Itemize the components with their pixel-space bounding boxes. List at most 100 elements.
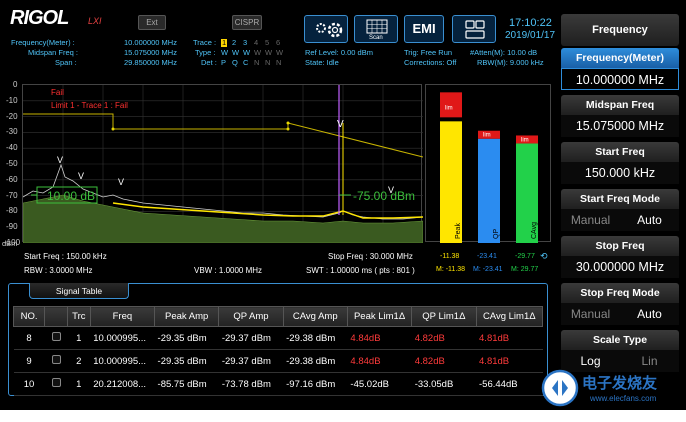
refresh-icon[interactable]: ⟲ xyxy=(540,252,548,261)
trace-number[interactable]: 1 xyxy=(221,39,228,47)
trace-type: W xyxy=(276,48,284,57)
limit-point xyxy=(286,121,290,125)
softkey-label: Start Freq xyxy=(561,142,679,162)
start-freq-readout: Start Freq : 150.00 kHz xyxy=(24,252,107,261)
column-header[interactable]: NO. xyxy=(12,306,46,327)
scan-button[interactable]: Scan xyxy=(354,15,398,43)
meter-label: CAvg xyxy=(531,222,538,239)
trace-number[interactable]: 5 xyxy=(265,39,269,47)
table-cell: -56.44dB xyxy=(476,372,543,396)
settings-icon-button[interactable] xyxy=(304,15,348,43)
column-header[interactable]: CAvg Amp xyxy=(282,306,348,327)
det-label: Det : xyxy=(201,58,217,67)
row-checkbox[interactable] xyxy=(51,378,61,387)
trace-type: W xyxy=(243,48,251,57)
span-value: 29.850000 MHz xyxy=(124,58,177,67)
row-checkbox[interactable] xyxy=(51,332,61,341)
watermark: 电子发烧友 www.elecfans.com xyxy=(540,362,680,414)
table-cell: -85.75 dBm xyxy=(154,372,219,396)
softkey-value: 150.000 kHz xyxy=(561,162,679,184)
softkey-stop-freq[interactable]: Stop Freq 30.000000 MHz xyxy=(561,236,679,280)
right-readout: -75.00 dBm xyxy=(353,189,415,203)
trace-detector: C xyxy=(243,58,249,67)
layout-button[interactable] xyxy=(452,15,496,43)
qp-marker: M: -23.41 xyxy=(473,266,503,273)
column-header[interactable] xyxy=(44,306,68,327)
option-auto[interactable]: Auto xyxy=(620,209,679,231)
ext-button[interactable]: Ext xyxy=(138,15,166,30)
emi-button[interactable]: EMI xyxy=(404,15,444,43)
trace-number[interactable]: 3 xyxy=(243,39,247,47)
table-cell: 4.81dB xyxy=(476,349,543,373)
y-tick-label: -40 xyxy=(6,143,18,153)
table-cell: -33.05dB xyxy=(411,372,477,396)
softkey-options: Manual Auto xyxy=(561,209,679,231)
softkey-frequency-meter-[interactable]: Frequency(Meter) 10.000000 MHz xyxy=(561,48,679,92)
meter-label: Peak xyxy=(455,223,462,239)
y-tick-label: -70 xyxy=(6,190,18,200)
limit-label: lim xyxy=(521,137,529,143)
cispr-button[interactable]: CISPR xyxy=(232,15,262,30)
state: State: Idle xyxy=(305,58,339,67)
table-cell: 8 xyxy=(13,326,45,350)
vbw-readout: VBW : 1.0000 MHz xyxy=(194,266,263,275)
meter-bars: lim Peak lim QP lim CAvg xyxy=(425,84,551,243)
limit-label: lim xyxy=(483,133,491,139)
column-header[interactable]: Freq xyxy=(89,306,156,327)
marker-symbol: V xyxy=(337,119,344,130)
option-manual[interactable]: Manual xyxy=(561,303,620,325)
y-tick-label: -50 xyxy=(6,159,18,168)
midspan-label: Midspan Freq : xyxy=(28,48,79,57)
y-tick-label: -10 xyxy=(6,95,18,105)
meter-bars-svg: lim Peak lim QP lim CAvg xyxy=(440,92,538,243)
column-header[interactable]: QP Amp xyxy=(218,306,284,327)
table-row[interactable]: 8 1 10.000995... -29.35 dBm -29.37 dBm -29.38… xyxy=(13,326,543,350)
softkey-label: Scale Type xyxy=(561,330,679,350)
softkey-start-freq[interactable]: Start Freq 150.000 kHz xyxy=(561,142,679,186)
row-checkbox[interactable] xyxy=(51,355,61,364)
table-cell: -29.38 dBm xyxy=(283,349,348,373)
spectrum-plot[interactable]: V V V V V 10.00 dB -75.00 dBm Fail Limit… xyxy=(22,84,424,244)
column-header[interactable]: Peak Lim1Δ xyxy=(346,306,413,327)
softkey-midspan-freq[interactable]: Midspan Freq 15.075000 MHz xyxy=(561,95,679,139)
trace-number[interactable]: 2 xyxy=(232,39,236,47)
softkey-value: 30.000000 MHz xyxy=(561,256,679,278)
y-tick-label: -30 xyxy=(6,127,18,137)
marker-symbol: V xyxy=(57,155,63,165)
table-cell: -29.35 dBm xyxy=(154,349,219,373)
signal-table-title: Signal Table xyxy=(29,283,129,299)
softkey-stop-freq-mode[interactable]: Stop Freq Mode Manual Auto xyxy=(561,283,679,327)
rbw-readout: RBW : 3.0000 MHz xyxy=(24,266,93,275)
table-cell: 10.000995... xyxy=(90,326,155,350)
y-tick-label: -90 xyxy=(6,222,18,232)
column-header[interactable]: QP Lim1Δ xyxy=(411,306,477,327)
row-checkbox-cell xyxy=(44,349,68,373)
watermark-text: 电子发烧友 xyxy=(582,375,658,392)
table-cell: 4.82dB xyxy=(411,326,477,350)
option-manual[interactable]: Manual xyxy=(561,209,620,231)
table-row[interactable]: 9 2 10.000995... -29.35 dBm -29.37 dBm -29.38… xyxy=(13,349,543,373)
table-cell: 10.000995... xyxy=(90,349,155,373)
trace-number[interactable]: 4 xyxy=(254,39,258,47)
attenuation: #Atten(M): 10.00 dB xyxy=(470,48,538,57)
row-checkbox-cell xyxy=(44,326,68,350)
sweep-time-readout: SWT : 1.00000 ms ( pts : 801 ) xyxy=(306,266,415,275)
panel-title-text: Frequency xyxy=(561,14,679,46)
column-header[interactable]: CAvg Lim1Δ xyxy=(475,306,544,327)
column-header[interactable]: Peak Amp xyxy=(154,306,220,327)
corrections: Corrections: Off xyxy=(404,58,457,67)
softkey-label: Start Freq Mode xyxy=(561,189,679,209)
table-cell: 4.82dB xyxy=(411,349,477,373)
type-label: Type : xyxy=(195,48,216,57)
option-auto[interactable]: Auto xyxy=(620,303,679,325)
table-row[interactable]: 10 1 20.212008... -85.75 dBm -73.78 dBm -97.1… xyxy=(13,372,543,396)
softkey-start-freq-mode[interactable]: Start Freq Mode Manual Auto xyxy=(561,189,679,233)
trace-detector: Q xyxy=(232,58,238,67)
fail-indicator: Fail xyxy=(51,88,64,97)
trace-number[interactable]: 6 xyxy=(276,39,280,47)
softkey-label: Stop Freq xyxy=(561,236,679,256)
column-header[interactable]: Trc xyxy=(66,306,91,327)
table-cell: 1 xyxy=(67,326,91,350)
softkey-label: Midspan Freq xyxy=(561,95,679,115)
watermark-logo-icon xyxy=(541,369,579,407)
